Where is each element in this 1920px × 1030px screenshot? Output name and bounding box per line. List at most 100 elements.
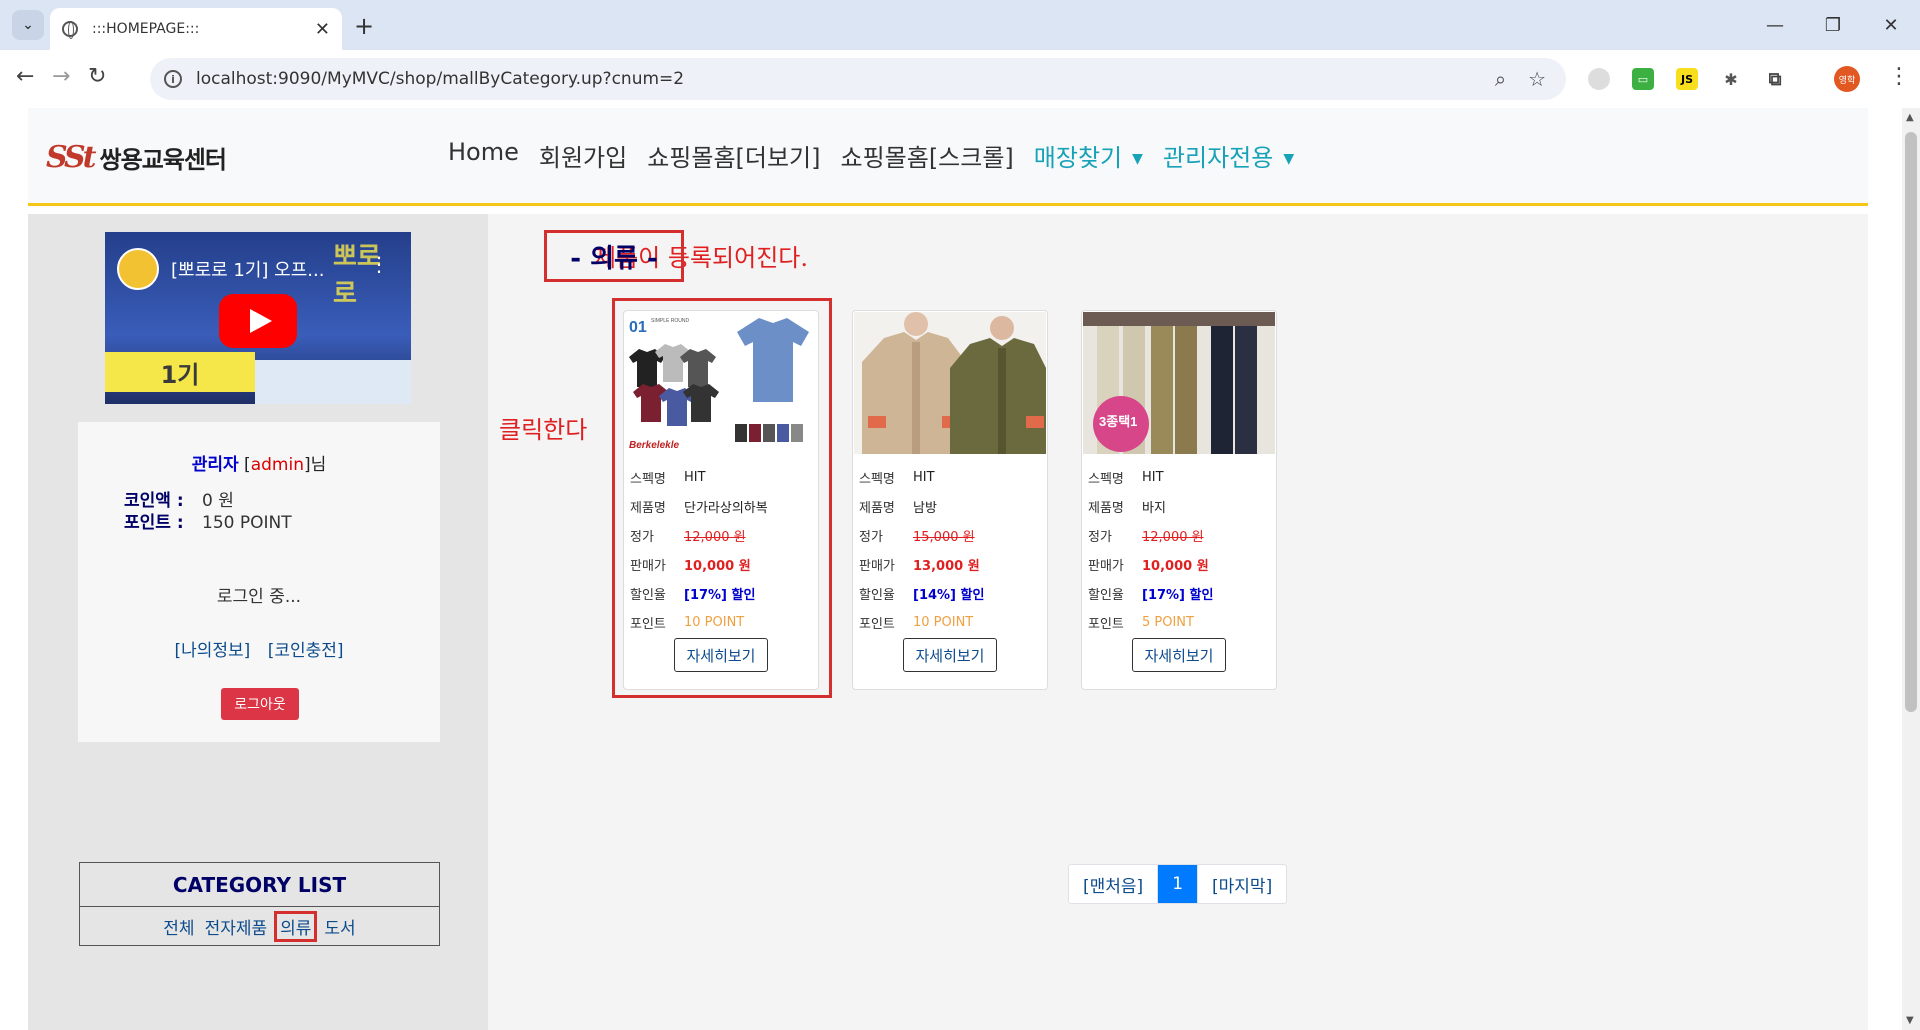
- product-name: 바지: [1142, 501, 1166, 516]
- site-header: SSt 쌍용교육센터 Home 회원가입 쇼핑몰홈[더보기] 쇼핑몰홈[스크롤]…: [28, 108, 1868, 206]
- nav-shop-more[interactable]: 쇼핑몰홈[더보기]: [647, 138, 820, 173]
- puzzle-extensions-icon[interactable]: ⧉: [1764, 68, 1786, 90]
- svg-text:01: 01: [629, 319, 647, 336]
- detail-button[interactable]: 자세히보기: [674, 638, 768, 672]
- chevron-down-icon: ⌄: [22, 17, 34, 33]
- login-status: 로그인 중...: [216, 587, 302, 607]
- caret-down-icon: ▼: [1283, 151, 1295, 167]
- category-electronics[interactable]: 전자제품: [205, 914, 268, 939]
- video-logo-stamp: 뽀로로: [333, 242, 381, 309]
- category-clothing[interactable]: 의류: [274, 910, 318, 942]
- detail-button[interactable]: 자세히보기: [1132, 638, 1226, 672]
- bug-extension-icon[interactable]: ✱: [1720, 68, 1742, 90]
- pagination: [맨처음] 1 [마지막]: [1068, 864, 1288, 904]
- scroll-down-icon[interactable]: ▼: [1906, 1015, 1914, 1026]
- minimize-button[interactable]: —: [1746, 0, 1804, 50]
- window-controls: — ❐ ✕: [1746, 0, 1920, 50]
- back-button[interactable]: ←: [16, 64, 34, 89]
- sidebar: 뽀로로 [뽀로로 1기] 오프... ⋮ 1기 관리자 [admin]님 코인액…: [28, 214, 488, 1030]
- login-links: [나의정보] [코인충전]: [78, 636, 440, 661]
- category-list: CATEGORY LIST 전체 전자제품 의류 도서: [79, 862, 440, 946]
- svg-text:3종택1: 3종택1: [1099, 414, 1137, 429]
- user-id: admin: [250, 455, 304, 475]
- video-thumbnail-snow: [255, 360, 411, 404]
- browser-toolbar: ← → ↻ i localhost:9090/MyMVC/shop/mallBy…: [0, 50, 1920, 108]
- category-books[interactable]: 도서: [324, 914, 355, 939]
- annotation-click: 클릭한다: [499, 416, 588, 444]
- sale-label: 판매가: [1088, 559, 1124, 574]
- nav-admin-dropdown[interactable]: 관리자전용 ▼: [1163, 138, 1294, 173]
- product-details: 스펙명 HIT 제품명 바지 정가 12,000 원 판매가 10,000 원 할인율 […: [1088, 463, 1268, 637]
- reload-button[interactable]: ↻: [88, 64, 106, 89]
- caret-down-icon: ▼: [1132, 151, 1143, 167]
- youtube-embed[interactable]: 뽀로로 [뽀로로 1기] 오프... ⋮ 1기: [105, 232, 411, 404]
- svg-text:Berkelekle: Berkelekle: [629, 440, 679, 451]
- name-label: 제품명: [630, 501, 666, 516]
- page-first[interactable]: [맨처음]: [1069, 865, 1157, 903]
- point-label: 포인트: [1088, 617, 1124, 632]
- page-current[interactable]: 1: [1157, 865, 1198, 903]
- nav-register[interactable]: 회원가입: [539, 138, 627, 173]
- product-image[interactable]: [854, 312, 1046, 454]
- product-card: 01 SIMPLE ROUND Berkelekle 스펙명 HIT 제품명 단…: [623, 310, 819, 690]
- logout-button[interactable]: 로그아웃: [221, 688, 299, 720]
- discount-label: 할인율: [630, 588, 666, 603]
- extensions-bar: ▭ JS ✱ ⧉: [1588, 68, 1786, 90]
- category-all[interactable]: 전체: [163, 914, 194, 939]
- my-info-link[interactable]: [나의정보]: [174, 641, 250, 661]
- channel-avatar[interactable]: [117, 248, 159, 290]
- new-tab-button[interactable]: +: [354, 12, 374, 40]
- product-spec: HIT: [913, 470, 935, 485]
- product-sale-price: 13,000 원: [913, 559, 980, 574]
- product-image[interactable]: 3종택1: [1083, 312, 1275, 454]
- video-more-icon[interactable]: ⋮: [369, 252, 389, 276]
- tab-search-button[interactable]: ⌄: [12, 10, 44, 40]
- product-point: 10 POINT: [913, 615, 974, 630]
- restore-button[interactable]: ❐: [1804, 0, 1862, 50]
- price-label: 정가: [859, 530, 883, 545]
- login-user: 관리자 [admin]님: [191, 455, 327, 475]
- price-label: 정가: [1088, 530, 1112, 545]
- product-discount: [17%] 할인: [1142, 588, 1214, 603]
- profile-avatar[interactable]: 영학: [1834, 66, 1860, 92]
- page-last[interactable]: [마지막]: [1197, 865, 1286, 903]
- point-value: 150 POINT: [202, 513, 292, 533]
- close-window-button[interactable]: ✕: [1862, 0, 1920, 50]
- forward-button[interactable]: →: [52, 64, 70, 89]
- sale-label: 판매가: [859, 559, 895, 574]
- play-button-icon[interactable]: [219, 294, 297, 348]
- nav-shop-scroll[interactable]: 쇼핑몰홈[스크롤]: [841, 138, 1014, 173]
- js-extension-icon[interactable]: JS: [1676, 68, 1698, 90]
- browser-menu-icon[interactable]: ⋮: [1888, 64, 1910, 89]
- address-bar[interactable]: i localhost:9090/MyMVC/shop/mallByCatego…: [150, 58, 1566, 100]
- product-discount: [14%] 할인: [913, 588, 985, 603]
- extension-icon-2[interactable]: ▭: [1632, 68, 1654, 90]
- extension-icon-1[interactable]: [1588, 68, 1610, 90]
- nav-store-finder-dropdown[interactable]: 매장찾기 ▼: [1034, 138, 1143, 173]
- zoom-icon[interactable]: ⌕: [1495, 67, 1506, 91]
- nav-home[interactable]: Home: [448, 138, 519, 173]
- product-card: 스펙명 HIT 제품명 남방 정가 15,000 원 판매가 13,000 원 할인율 […: [852, 310, 1048, 690]
- coin-charge-link[interactable]: [코인충전]: [268, 641, 344, 661]
- point-label: 포인트: [630, 617, 666, 632]
- product-name: 단가라상의하복: [684, 501, 768, 516]
- scroll-up-icon[interactable]: ▲: [1906, 112, 1914, 123]
- page-scrollbar[interactable]: ▲ ▼: [1902, 108, 1920, 1030]
- site-logo[interactable]: SSt 쌍용교육센터: [46, 140, 227, 175]
- site-info-icon[interactable]: i: [164, 70, 182, 88]
- bookmark-star-icon[interactable]: ☆: [1528, 67, 1546, 91]
- scroll-thumb[interactable]: [1905, 132, 1917, 712]
- point-label: 포인트: [859, 617, 895, 632]
- svg-text:SIMPLE ROUND: SIMPLE ROUND: [651, 318, 689, 324]
- logo-text: 쌍용교육센터: [99, 146, 227, 174]
- product-spec: HIT: [684, 470, 706, 485]
- browser-tab[interactable]: :::HOMEPAGE::: ✕: [50, 8, 342, 50]
- detail-button[interactable]: 자세히보기: [903, 638, 997, 672]
- user-suffix: 님: [310, 455, 327, 475]
- product-image[interactable]: 01 SIMPLE ROUND Berkelekle: [625, 312, 817, 454]
- close-tab-icon[interactable]: ✕: [315, 19, 330, 40]
- url-text[interactable]: localhost:9090/MyMVC/shop/mallByCategory…: [196, 69, 684, 89]
- login-info-box: 관리자 [admin]님 코인액 :0 원 포인트 :150 POINT 로그인…: [78, 422, 440, 742]
- product-sale-price: 10,000 원: [684, 559, 751, 574]
- video-title[interactable]: [뽀로로 1기] 오프...: [171, 256, 324, 282]
